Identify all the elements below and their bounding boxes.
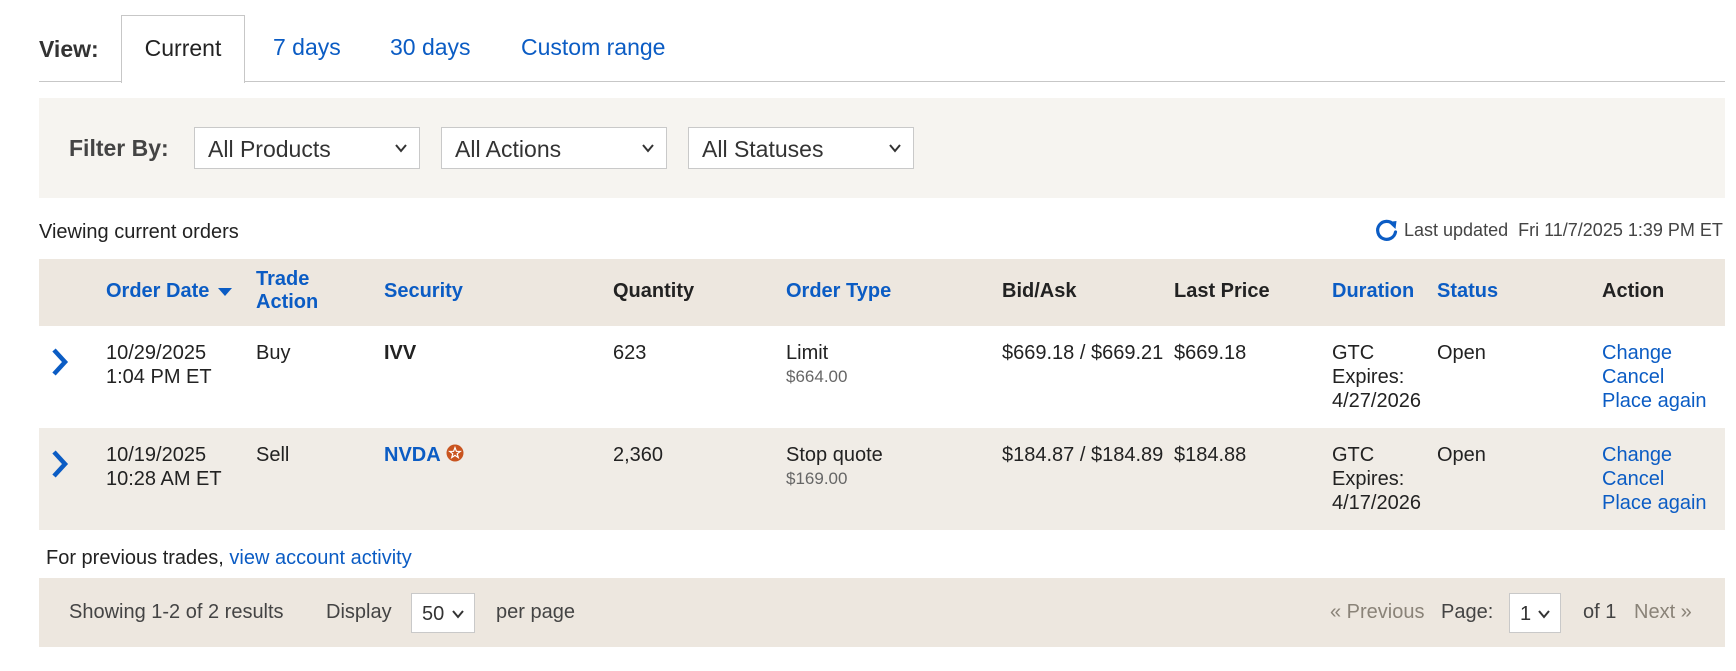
order-type: Limit [786, 342, 829, 364]
chevron-down-icon [889, 144, 901, 153]
last-updated: Last updated Fri 11/7/2025 1:39 PM ET [1404, 220, 1723, 241]
last-price-cell: $669.18 [1174, 342, 1247, 364]
star-badge-icon[interactable] [446, 444, 464, 462]
actions-select[interactable]: All Actions [441, 127, 667, 169]
products-select-value: All Products [208, 136, 331, 162]
security-cell: NVDA [384, 443, 464, 467]
duration-cell: GTC Expires: 4/27/2026 [1332, 341, 1421, 413]
next-page-link[interactable]: Next » [1634, 601, 1692, 624]
last-updated-label: Last updated [1404, 220, 1509, 240]
cancel-link[interactable]: Cancel [1602, 365, 1707, 389]
page-total: of 1 [1583, 601, 1617, 623]
order-time: 1:04 PM ET [106, 366, 212, 388]
view-account-activity-link[interactable]: view account activity [229, 547, 411, 569]
tab-custom-range[interactable]: Custom range [521, 34, 665, 61]
display-label: Display [326, 601, 392, 623]
page-select-value: 1 [1520, 603, 1532, 625]
change-link[interactable]: Change [1602, 341, 1707, 365]
chevron-down-icon [395, 144, 407, 153]
per-page-label: per page [496, 601, 575, 623]
viewing-text: Viewing current orders [39, 221, 239, 243]
expires-date: 4/27/2026 [1332, 390, 1421, 412]
change-link[interactable]: Change [1602, 443, 1707, 467]
trade-action-cell: Sell [256, 444, 290, 466]
results-count: Showing 1-2 of 2 results [69, 601, 284, 623]
col-last-price: Last Price [1174, 280, 1270, 302]
quantity-cell: 623 [613, 342, 647, 364]
tab-7-days[interactable]: 7 days [273, 34, 341, 61]
expires-label: Expires: [1332, 366, 1405, 388]
order-type: Stop quote [786, 444, 883, 466]
previous-trades-text: For previous trades, [46, 547, 224, 569]
cancel-link[interactable]: Cancel [1602, 467, 1707, 491]
statuses-select[interactable]: All Statuses [688, 127, 914, 169]
filter-label: Filter By: [69, 135, 169, 161]
col-quantity: Quantity [613, 280, 695, 302]
col-trade-action[interactable]: Trade Action [256, 268, 318, 314]
chevron-down-icon [1538, 610, 1550, 619]
status-cell: Open [1437, 342, 1486, 364]
page-select[interactable]: 1 [1509, 593, 1561, 633]
col-security[interactable]: Security [384, 280, 463, 303]
col-order-date-label: Order Date [106, 280, 210, 302]
order-price: $169.00 [786, 469, 848, 488]
expires-date: 4/17/2026 [1332, 492, 1421, 514]
order-date: 10/29/2025 [106, 342, 207, 364]
order-type-cell: Limit $664.00 [786, 341, 847, 389]
previous-trades: For previous trades, view account activi… [46, 547, 412, 570]
products-select[interactable]: All Products [194, 127, 420, 169]
place-again-link[interactable]: Place again [1602, 491, 1707, 515]
order-date-cell: 10/19/2025 10:28 AM ET [106, 443, 222, 491]
page-label: Page: [1441, 601, 1494, 623]
duration: GTC [1332, 444, 1375, 466]
order-date: 10/19/2025 [106, 444, 207, 466]
place-again-link[interactable]: Place again [1602, 389, 1707, 413]
refresh-icon[interactable] [1373, 216, 1401, 244]
chevron-down-icon [452, 610, 464, 619]
chevron-right-icon[interactable] [48, 448, 72, 480]
col-bid-ask: Bid/Ask [1002, 280, 1077, 302]
order-time: 10:28 AM ET [106, 468, 222, 490]
action-cell: Change Cancel Place again [1602, 341, 1707, 413]
col-trade-action-line2: Action [256, 291, 319, 313]
duration-cell: GTC Expires: 4/17/2026 [1332, 443, 1421, 515]
duration: GTC [1332, 342, 1375, 364]
security-link[interactable]: NVDA [384, 444, 441, 466]
per-page-value: 50 [422, 603, 445, 625]
statuses-select-value: All Statuses [702, 136, 824, 162]
col-order-date[interactable]: Order Date [106, 280, 233, 303]
per-page-select[interactable]: 50 [411, 593, 475, 633]
col-trade-action-line1: Trade [256, 268, 310, 290]
sort-desc-icon [217, 288, 232, 296]
bid-ask-cell: $184.87 / $184.89 [1002, 444, 1164, 466]
quantity-cell: 2,360 [613, 444, 664, 466]
col-action: Action [1602, 280, 1665, 302]
order-date-cell: 10/29/2025 1:04 PM ET [106, 341, 212, 389]
actions-select-value: All Actions [455, 136, 562, 162]
col-duration[interactable]: Duration [1332, 280, 1414, 303]
previous-page-link[interactable]: « Previous [1330, 601, 1425, 624]
expires-label: Expires: [1332, 468, 1405, 490]
action-cell: Change Cancel Place again [1602, 443, 1707, 515]
security-link[interactable]: IVV [384, 341, 416, 365]
bid-ask-cell: $669.18 / $669.21 [1002, 342, 1164, 364]
tab-current[interactable]: Current [121, 15, 245, 83]
tab-30-days[interactable]: 30 days [390, 34, 471, 61]
last-updated-value: Fri 11/7/2025 1:39 PM ET [1518, 220, 1723, 240]
chevron-down-icon [642, 144, 654, 153]
status-cell: Open [1437, 444, 1486, 466]
last-price-cell: $184.88 [1174, 444, 1247, 466]
col-status[interactable]: Status [1437, 280, 1498, 303]
col-order-type[interactable]: Order Type [786, 280, 891, 303]
tab-divider [39, 81, 1725, 82]
order-type-cell: Stop quote $169.00 [786, 443, 883, 491]
order-price: $664.00 [786, 367, 848, 386]
chevron-right-icon[interactable] [48, 346, 72, 378]
trade-action-cell: Buy [256, 342, 291, 364]
view-label: View: [39, 36, 99, 62]
